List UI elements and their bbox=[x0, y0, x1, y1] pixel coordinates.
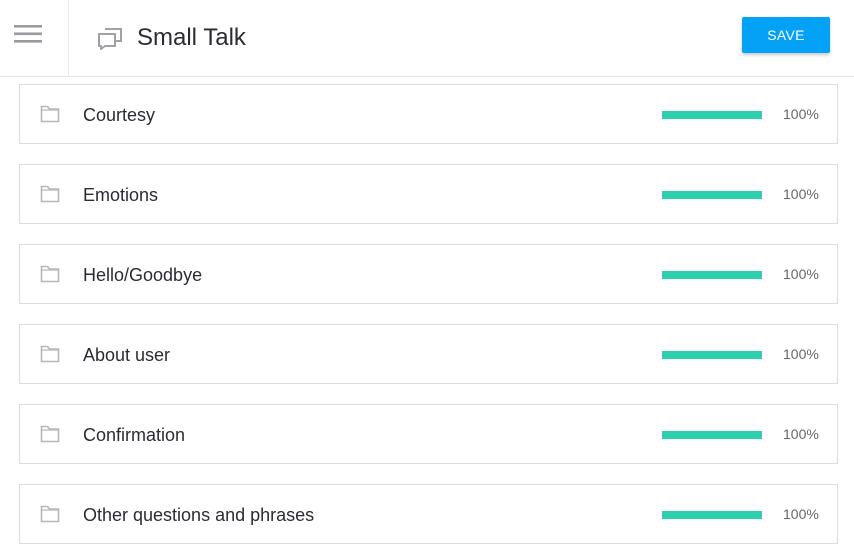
progress-bar bbox=[662, 351, 762, 359]
category-row-hello-goodbye[interactable]: Hello/Goodbye 100% bbox=[19, 244, 838, 304]
category-row-about-user[interactable]: About user 100% bbox=[19, 324, 838, 384]
category-label: Hello/Goodbye bbox=[83, 265, 203, 285]
folder-icon bbox=[40, 425, 60, 443]
progress-bar-fill bbox=[662, 511, 762, 519]
progress-bar bbox=[662, 511, 762, 519]
folder-icon bbox=[40, 265, 60, 283]
page-title: Small Talk bbox=[137, 24, 246, 51]
progress-percent: 100% bbox=[783, 266, 819, 282]
chat-bubbles-icon bbox=[98, 28, 122, 50]
progress-bar-fill bbox=[662, 191, 762, 199]
menu-button[interactable] bbox=[0, 0, 69, 77]
top-header: Small Talk SAVE bbox=[0, 0, 854, 77]
progress-bar-fill bbox=[662, 271, 762, 279]
progress-percent: 100% bbox=[783, 186, 819, 202]
category-label: Confirmation bbox=[83, 425, 186, 445]
progress-percent: 100% bbox=[783, 346, 819, 362]
hamburger-menu-icon bbox=[14, 25, 42, 43]
category-row-emotions[interactable]: Emotions 100% bbox=[19, 164, 838, 224]
progress-percent: 100% bbox=[783, 426, 819, 442]
category-label: About user bbox=[83, 345, 171, 365]
progress-bar bbox=[662, 111, 762, 119]
folder-icon bbox=[40, 185, 60, 203]
category-label: Other questions and phrases bbox=[83, 505, 315, 525]
progress-percent: 100% bbox=[783, 106, 819, 122]
progress-bar-fill bbox=[662, 351, 762, 359]
category-row-confirmation[interactable]: Confirmation 100% bbox=[19, 404, 838, 464]
save-button[interactable]: SAVE bbox=[742, 17, 830, 53]
category-list: Courtesy 100% Emotions 100% Hello/Goodby… bbox=[0, 0, 854, 549]
progress-percent: 100% bbox=[783, 506, 819, 522]
category-row-courtesy[interactable]: Courtesy 100% bbox=[19, 84, 838, 144]
small-talk-app: Courtesy 100% Emotions 100% Hello/Goodby… bbox=[0, 0, 854, 549]
progress-bar-fill bbox=[662, 111, 762, 119]
progress-bar bbox=[662, 191, 762, 199]
category-label: Courtesy bbox=[83, 105, 156, 125]
progress-bar bbox=[662, 271, 762, 279]
category-label: Emotions bbox=[83, 185, 159, 205]
progress-bar bbox=[662, 431, 762, 439]
folder-icon bbox=[40, 345, 60, 363]
folder-icon bbox=[40, 505, 60, 523]
category-row-other-questions[interactable]: Other questions and phrases 100% bbox=[19, 484, 838, 544]
folder-icon bbox=[40, 105, 60, 123]
progress-bar-fill bbox=[662, 431, 762, 439]
